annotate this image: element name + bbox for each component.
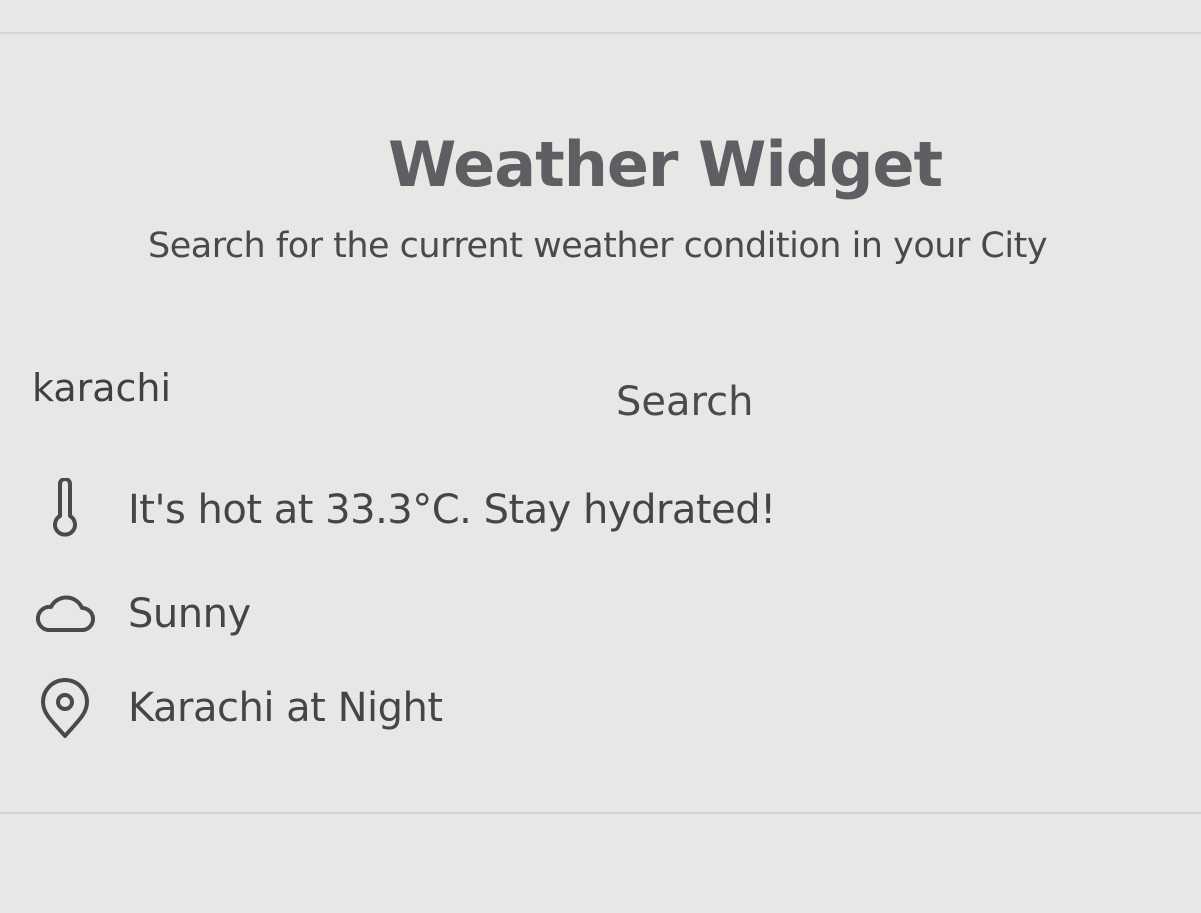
temperature-row: It's hot at 33.3°C. Stay hydrated! (30, 478, 776, 542)
city-search-input[interactable] (32, 362, 452, 414)
condition-row: Sunny (30, 582, 251, 646)
cloud-icon (30, 582, 100, 646)
page-title: Weather Widget (388, 128, 943, 201)
weather-widget: Weather Widget Search for the current we… (0, 0, 1201, 913)
search-button[interactable]: Search (600, 372, 769, 432)
temperature-text: It's hot at 33.3°C. Stay hydrated! (128, 487, 776, 533)
condition-text: Sunny (128, 591, 251, 637)
page-subtitle: Search for the current weather condition… (148, 226, 1048, 266)
bottom-divider (0, 812, 1201, 814)
location-text: Karachi at Night (128, 685, 443, 731)
location-row: Karachi at Night (30, 676, 443, 740)
thermometer-icon (30, 478, 100, 542)
map-pin-icon (30, 676, 100, 740)
